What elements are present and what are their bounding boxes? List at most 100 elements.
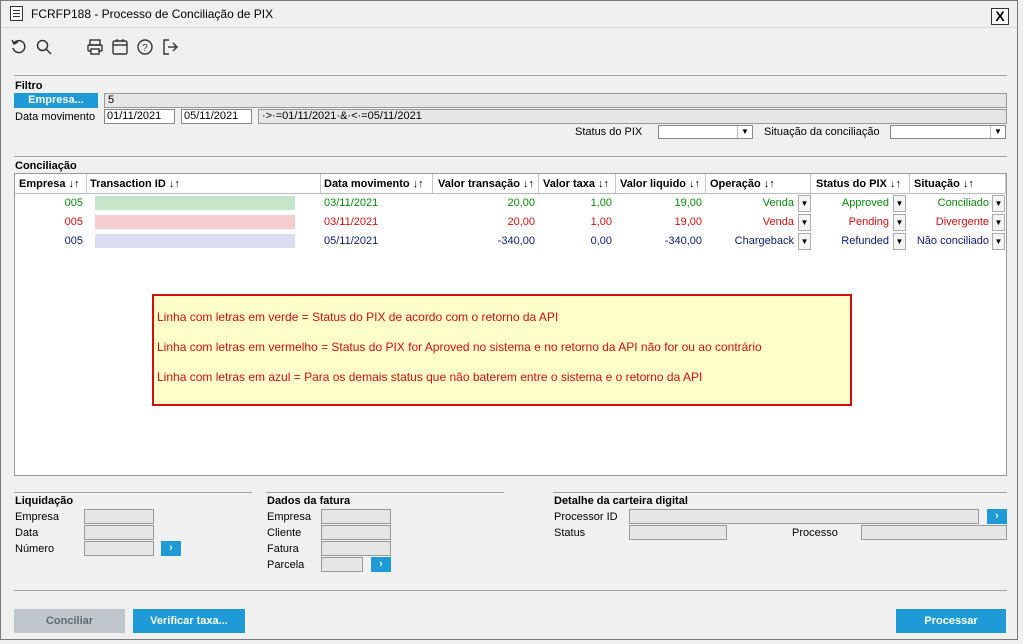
col-header-empresa[interactable]: Empresa ↓↑: [15, 174, 87, 194]
legend-line-blue: Linha com letras em azul = Para os demai…: [157, 370, 703, 384]
cell-empresa: 005: [64, 216, 83, 228]
liquidacao-section-title: Liquidação: [15, 495, 74, 507]
col-header-valor-liquido[interactable]: Valor liquido ↓↑: [616, 174, 706, 194]
col-header-status-pix[interactable]: Status do PIX ↓↑: [811, 174, 910, 194]
redacted-transaction-id: [95, 234, 295, 248]
chevron-down-icon[interactable]: ▼: [893, 214, 906, 231]
svg-text:?: ?: [142, 43, 148, 54]
carteira-status-field: [629, 525, 727, 540]
cell-status: Pending: [848, 216, 889, 228]
separator: [266, 492, 504, 493]
fat-cliente-field: [321, 525, 391, 540]
cell-operacao: Chargeback: [734, 235, 794, 247]
chevron-down-icon[interactable]: ▼: [992, 233, 1005, 250]
redacted-transaction-id: [95, 196, 295, 210]
conciliacao-section-title: Conciliação: [15, 160, 77, 172]
chevron-down-icon: ▼: [990, 126, 1005, 138]
document-icon: [10, 6, 23, 21]
legend-line-green: Linha com letras em verde = Status do PI…: [157, 310, 559, 324]
fat-cliente-label: Cliente: [267, 527, 302, 539]
col-header-valor-transacao[interactable]: Valor transação ↓↑: [433, 174, 539, 194]
cell-empresa: 005: [64, 197, 83, 209]
cell-valor: 20,00: [507, 197, 535, 209]
cell-operacao: Venda: [762, 197, 794, 209]
cell-valor: -340,00: [497, 235, 535, 247]
undo-icon[interactable]: [10, 38, 28, 56]
status-pix-label: Status do PIX: [575, 126, 643, 138]
processo-label: Processo: [792, 527, 838, 539]
chevron-down-icon[interactable]: ▼: [992, 195, 1005, 212]
conciliar-button[interactable]: Conciliar: [14, 609, 125, 633]
fat-parcela-field: [321, 557, 363, 572]
calendar-icon[interactable]: [111, 38, 129, 56]
carteira-section-title: Detalhe da carteira digital: [554, 495, 688, 507]
cell-taxa: 0,00: [590, 235, 612, 247]
processo-field: [861, 525, 1007, 540]
cell-valor: 20,00: [507, 216, 535, 228]
cell-situacao: Divergente: [935, 216, 989, 228]
liq-empresa-label: Empresa: [15, 511, 60, 523]
fat-empresa-label: Empresa: [267, 511, 312, 523]
status-pix-select[interactable]: ▼: [658, 125, 753, 139]
date-expression-field: ·>·=01/11/2021·&·<·=05/11/2021: [258, 109, 1007, 124]
situacao-select[interactable]: ▼: [890, 125, 1006, 139]
cell-data: 03/11/2021: [324, 197, 379, 209]
col-header-situacao[interactable]: Situação ↓↑: [910, 174, 1006, 194]
col-header-transaction-id[interactable]: Transaction ID ↓↑: [87, 174, 321, 194]
empresa-lookup-button[interactable]: Empresa...: [14, 93, 98, 108]
chevron-down-icon[interactable]: ▼: [893, 233, 906, 250]
cell-taxa: 1,00: [590, 216, 612, 228]
cell-status: Refunded: [841, 235, 889, 247]
chevron-down-icon[interactable]: ▼: [798, 195, 811, 212]
search-icon[interactable]: [35, 38, 53, 56]
liq-data-label: Data: [15, 527, 39, 539]
date-to-input[interactable]: 05/11/2021: [181, 109, 252, 124]
title-bar: FCRFP188 - Processo de Conciliação de PI…: [1, 1, 1017, 28]
cell-status: Approved: [841, 197, 889, 209]
chevron-down-icon[interactable]: ▼: [798, 214, 811, 231]
conciliacao-grid: Empresa ↓↑ Transaction ID ↓↑ Data movime…: [14, 173, 1007, 476]
fat-fatura-label: Fatura: [267, 543, 299, 555]
carteira-go-button[interactable]: ›: [987, 509, 1007, 524]
close-button[interactable]: X: [991, 8, 1009, 25]
cell-liquido: -340,00: [664, 235, 702, 247]
chevron-down-icon: ▼: [737, 126, 752, 138]
fatura-go-button[interactable]: ›: [371, 557, 391, 572]
separator: [14, 492, 252, 493]
legend-line-red: Linha com letras em vermelho = Status do…: [157, 340, 762, 354]
situacao-label: Situação da conciliação: [764, 126, 880, 138]
cell-data: 05/11/2021: [324, 235, 379, 247]
liq-numero-field: [84, 541, 154, 556]
chevron-down-icon[interactable]: ▼: [992, 214, 1005, 231]
liq-numero-label: Número: [15, 543, 55, 555]
help-icon[interactable]: ?: [136, 38, 154, 56]
fat-empresa-field: [321, 509, 391, 524]
cell-empresa: 005: [64, 235, 83, 247]
exit-icon[interactable]: [161, 38, 179, 56]
chevron-down-icon[interactable]: ▼: [893, 195, 906, 212]
cell-transaction-id: [87, 232, 321, 251]
filter-section-title: Filtro: [15, 80, 43, 92]
col-header-data-movimento[interactable]: Data movimento ↓↑: [321, 174, 433, 194]
processar-button[interactable]: Processar: [896, 609, 1006, 633]
separator: [553, 492, 1007, 493]
date-from-input[interactable]: 01/11/2021: [104, 109, 175, 124]
chevron-down-icon[interactable]: ▼: [798, 233, 811, 250]
cell-data: 03/11/2021: [324, 216, 379, 228]
col-header-valor-taxa[interactable]: Valor taxa ↓↑: [539, 174, 616, 194]
cell-situacao: Conciliado: [937, 197, 989, 209]
legend-note: Linha com letras em verde = Status do PI…: [152, 294, 852, 406]
liq-data-field: [84, 525, 154, 540]
cell-transaction-id: [87, 194, 321, 213]
fatura-section-title: Dados da fatura: [267, 495, 351, 507]
empresa-value-field: 5: [104, 93, 1007, 108]
cell-transaction-id: [87, 213, 321, 232]
main-window: FCRFP188 - Processo de Conciliação de PI…: [0, 0, 1018, 640]
col-header-operacao[interactable]: Operação ↓↑: [706, 174, 811, 194]
verificar-taxa-button[interactable]: Verificar taxa...: [133, 609, 245, 633]
cell-operacao: Venda: [762, 216, 794, 228]
cell-situacao: Não conciliado: [916, 235, 989, 247]
redacted-transaction-id: [95, 215, 295, 229]
liquidacao-go-button[interactable]: ›: [161, 541, 181, 556]
print-icon[interactable]: [86, 38, 104, 56]
